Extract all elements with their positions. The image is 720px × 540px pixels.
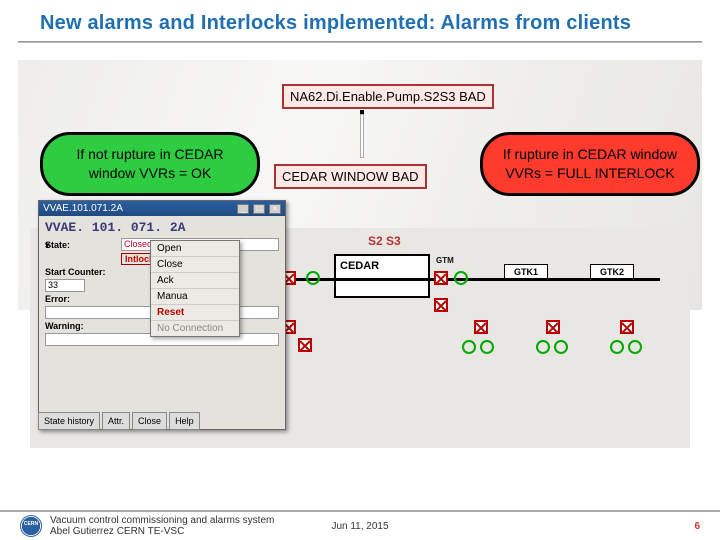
- gauge-ok-icon: [306, 271, 320, 285]
- dialog-titlebar[interactable]: VVAE.101.071.2A _ □ ×: [39, 201, 285, 216]
- menu-open[interactable]: Open: [151, 241, 239, 257]
- valve-icon: [474, 320, 488, 334]
- dialog-title-text: VVAE.101.071.2A: [43, 203, 123, 214]
- valve-icon: [620, 320, 634, 334]
- menu-reset[interactable]: Reset: [151, 305, 239, 321]
- footer-line2: Abel Gutierrez CERN TE-VSC: [50, 526, 274, 537]
- gauge-ok-icon: [454, 271, 468, 285]
- alarm-bad-pump: NA62.Di.Enable.Pump.S2S3 BAD: [282, 84, 494, 109]
- close-button[interactable]: Close: [132, 412, 167, 430]
- valve-icon: [298, 338, 312, 352]
- start-counter-value: 33: [45, 279, 85, 292]
- slide-title: New alarms and Interlocks implemented: A…: [0, 0, 720, 41]
- warning-label: Warning:: [45, 321, 117, 331]
- slide-footer: Vacuum control commissioning and alarms …: [0, 510, 720, 540]
- footer-line1: Vacuum control commissioning and alarms …: [50, 515, 274, 526]
- device-name: VVAE. 101. 071. 2A: [39, 216, 285, 237]
- page-number: 6: [694, 521, 700, 532]
- alarm-cedar-window: CEDAR WINDOW BAD: [274, 164, 427, 189]
- start-counter-label: Start Counter:: [45, 267, 135, 277]
- menu-close[interactable]: Close: [151, 257, 239, 273]
- minimize-icon[interactable]: _: [237, 204, 249, 214]
- context-menu[interactable]: Open Close Ack Manua Reset No Connection: [150, 240, 240, 337]
- cern-logo-icon: [20, 515, 42, 537]
- help-button[interactable]: Help: [169, 412, 200, 430]
- gauge-ok-icon: [628, 340, 642, 354]
- menu-manual[interactable]: Manua: [151, 289, 239, 305]
- gauge-ok-icon: [554, 340, 568, 354]
- valve-icon: [434, 298, 448, 312]
- state-history-button[interactable]: State history: [38, 412, 100, 430]
- slide: New alarms and Interlocks implemented: A…: [0, 0, 720, 540]
- condition-ok: If not rupture in CEDAR window VVRs = OK: [40, 132, 260, 196]
- menu-noconn[interactable]: No Connection: [151, 321, 239, 336]
- condition-interlock: If rupture in CEDAR window VVRs = FULL I…: [480, 132, 700, 196]
- connector-gap: [360, 114, 364, 158]
- title-divider: [18, 41, 702, 43]
- gauge-ok-icon: [610, 340, 624, 354]
- chevron-icon[interactable]: ▾: [45, 240, 57, 250]
- footer-date: Jun 11, 2015: [331, 521, 388, 532]
- footer-credits: Vacuum control commissioning and alarms …: [50, 515, 274, 537]
- attr-button[interactable]: Attr.: [102, 412, 130, 430]
- gauge-ok-icon: [462, 340, 476, 354]
- close-icon[interactable]: ×: [269, 204, 281, 214]
- gauge-ok-icon: [480, 340, 494, 354]
- footer-left: Vacuum control commissioning and alarms …: [20, 515, 274, 537]
- gauge-ok-icon: [536, 340, 550, 354]
- cedar-box: CEDAR: [334, 254, 430, 298]
- maximize-icon[interactable]: □: [253, 204, 265, 214]
- s2s3-label: S2 S3: [368, 234, 401, 248]
- error-label: Error:: [45, 294, 117, 304]
- menu-ack[interactable]: Ack: [151, 273, 239, 289]
- window-buttons: _ □ ×: [236, 203, 281, 214]
- valve-icon: [434, 271, 448, 285]
- gtm-label: GTM: [436, 256, 454, 265]
- valve-icon: [546, 320, 560, 334]
- dialog-button-row: State history Attr. Close Help: [38, 412, 200, 430]
